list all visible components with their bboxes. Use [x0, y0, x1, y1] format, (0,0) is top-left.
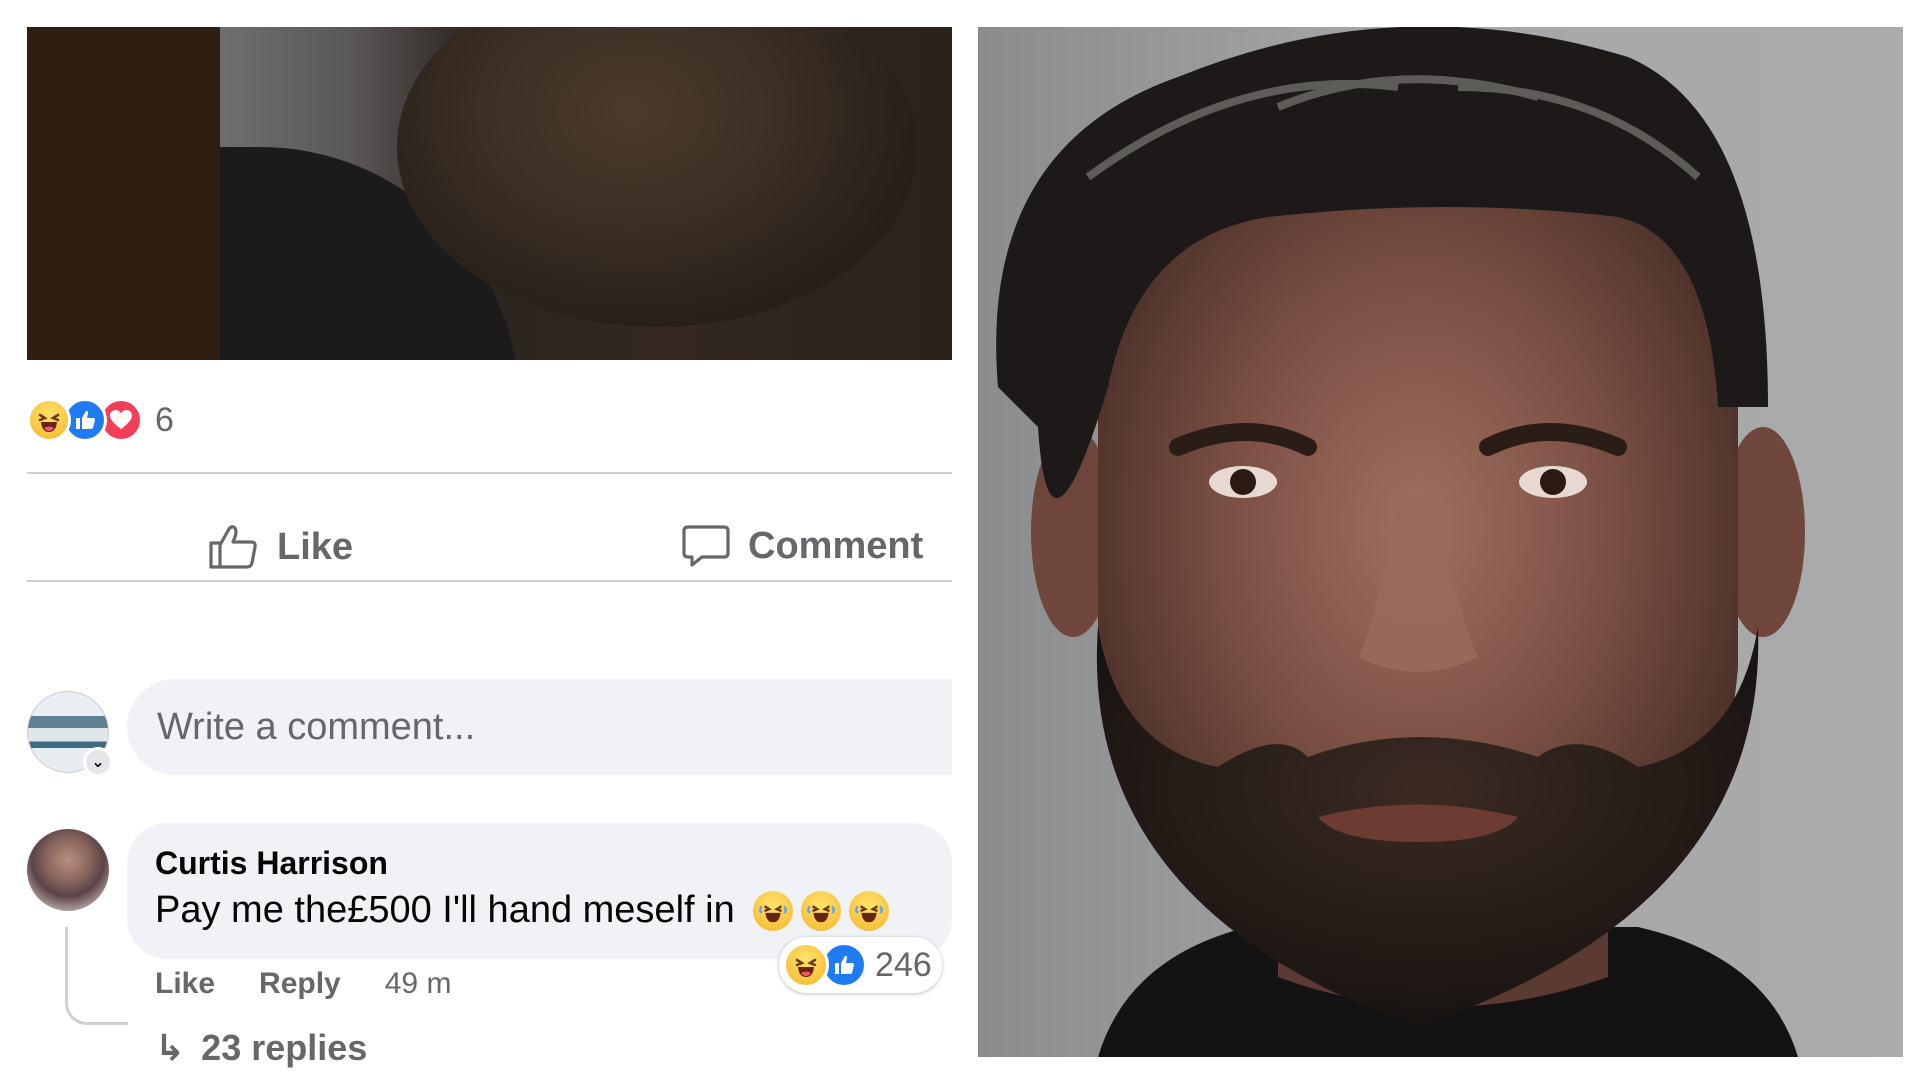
commenter-avatar[interactable]: [27, 829, 109, 911]
comment-emojis: [745, 890, 889, 931]
comment-item: Curtis Harrison Pay me the£500 I'll hand…: [27, 797, 952, 1068]
comment-composer: ⌄: [27, 679, 952, 777]
comment-button-label: Comment: [748, 524, 924, 567]
laughing-icon: [752, 890, 793, 931]
reply-thread-line: [65, 927, 128, 1025]
reaction-count[interactable]: 6: [155, 401, 174, 440]
speech-bubble-icon: [682, 525, 730, 567]
divider: [27, 472, 952, 474]
comment-like-link[interactable]: Like: [155, 967, 215, 1001]
post-reactions-summary[interactable]: 6: [27, 395, 174, 445]
post-photo[interactable]: [27, 27, 952, 360]
facebook-post-panel: 6 Like Comment ⌄ Curtis Harrison: [27, 27, 952, 1068]
comment-body: Pay me the£500 I'll hand meself in: [155, 889, 889, 932]
portrait-photo: [978, 27, 1903, 1057]
comment-button[interactable]: Comment: [682, 523, 923, 569]
comment-reply-link[interactable]: Reply: [259, 967, 341, 1001]
laughing-icon: [848, 890, 889, 931]
replies-count-label: 23 replies: [201, 1027, 368, 1068]
like-button-label: Like: [277, 525, 354, 568]
chevron-down-icon[interactable]: ⌄: [83, 747, 113, 777]
laughing-icon: [800, 890, 841, 931]
like-button[interactable]: Like: [207, 523, 353, 571]
comment-reaction-count: 246: [875, 945, 932, 984]
haha-reaction-icon: [27, 398, 71, 442]
portrait-illustration: [996, 27, 1805, 1057]
comment-input[interactable]: [127, 679, 952, 775]
photo-dark-strip: [27, 27, 220, 360]
comment-reactions-summary[interactable]: 246: [779, 937, 942, 993]
commenter-name[interactable]: Curtis Harrison: [155, 845, 388, 882]
comment-timestamp[interactable]: 49 m: [385, 967, 452, 1001]
thumbs-up-icon: [209, 525, 257, 569]
view-replies-link[interactable]: ↳ 23 replies: [155, 1027, 367, 1069]
haha-reaction-icon: [783, 942, 829, 988]
comment-meta: Like Reply 49 m: [155, 967, 451, 1001]
reply-arrow-icon: ↳: [155, 1027, 186, 1068]
comment-text: Pay me the£500 I'll hand meself in: [155, 889, 735, 931]
divider: [27, 580, 952, 582]
post-action-bar: Like Comment: [27, 505, 952, 605]
